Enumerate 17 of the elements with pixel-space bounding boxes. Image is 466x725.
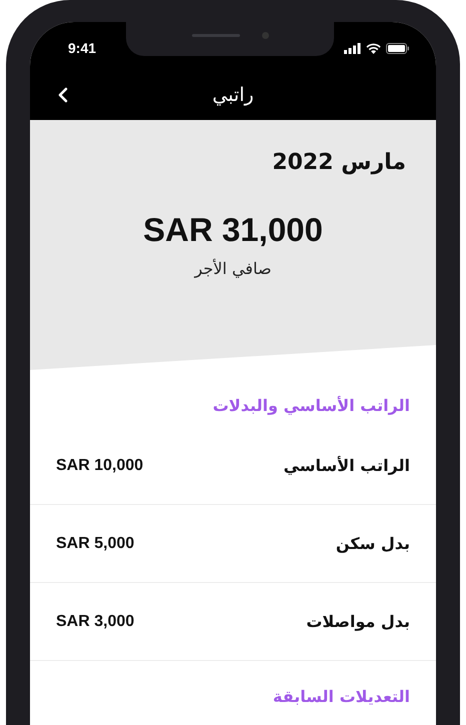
net-amount: SAR 31,000 [143, 211, 323, 249]
battery-icon [386, 42, 410, 54]
item-label: الراتب الأساسي [283, 456, 410, 475]
item-label: بدل مواصلات [306, 612, 410, 631]
item-label: بدل سكن [336, 534, 410, 553]
month-label: مارس 2022 [272, 150, 406, 175]
section-title: الراتب الأساسي والبدلات [212, 394, 411, 417]
wifi-icon [366, 42, 381, 54]
item-value: SAR 5,000 [56, 534, 134, 552]
signal-icon [344, 42, 361, 54]
section-title: التعديلات السابقة [272, 686, 411, 708]
net-amount-label: صافي الأجر [194, 259, 272, 278]
back-button[interactable] [56, 86, 70, 104]
screen-title: راتبي [212, 84, 254, 106]
item-value: SAR 10,000 [56, 456, 144, 474]
status-time: 9:41 [68, 40, 96, 56]
item-value: SAR 3,000 [56, 612, 134, 630]
